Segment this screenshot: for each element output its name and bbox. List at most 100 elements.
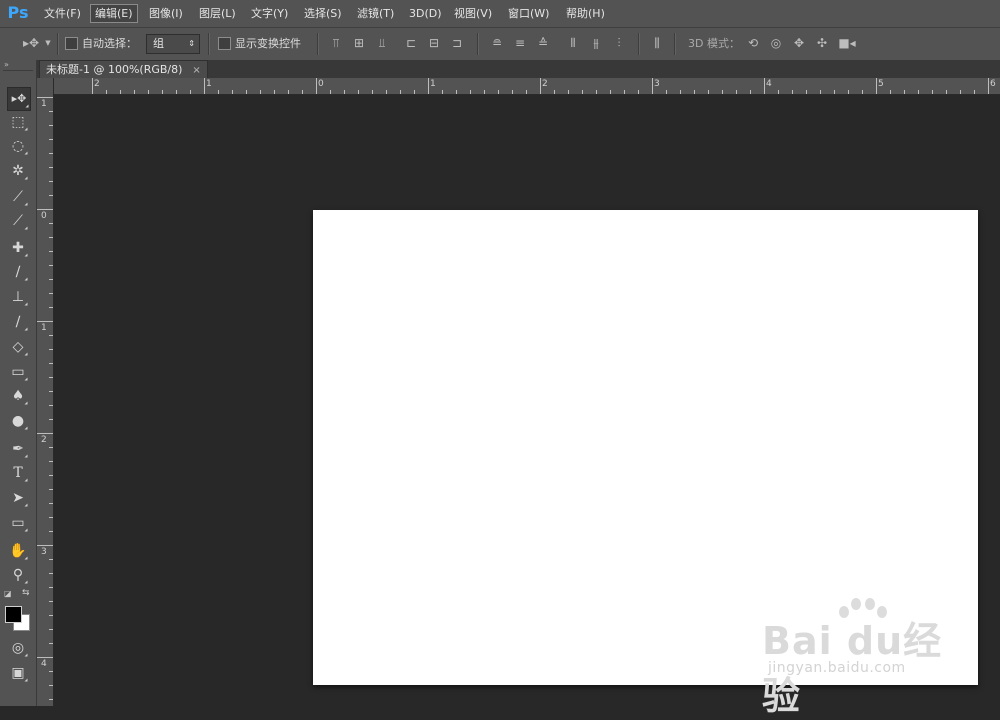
mode-3d-label: 3D 模式： [688,37,740,50]
distribute-top-icon[interactable]: ≘ [490,36,504,50]
clone-stamp-tool-icon[interactable]: ⊥ [7,286,29,308]
3d-roll-icon[interactable]: ◎ [769,36,783,50]
distribute-right-icon[interactable]: ⫶ [612,36,626,50]
divider [674,33,676,55]
ruler-label: 4 [41,659,47,669]
eyedropper-tool-icon[interactable]: ⟋ [7,210,29,232]
ruler-label: 2 [542,79,548,89]
ruler-ticks [37,97,53,700]
document-tab[interactable]: 未标题-1 @ 100%(RGB/8) × [39,60,208,79]
crop-tool-icon[interactable]: ⟋ [7,186,29,208]
magic-wand-tool-icon[interactable]: ✲ [7,160,29,182]
healing-brush-tool-icon[interactable]: ✚ [7,237,29,259]
menu-edit[interactable]: 编辑(E) [90,4,138,23]
ruler-label: 1 [430,79,436,89]
swap-colors-icon[interactable]: ⇆ [22,588,30,598]
zoom-tool-icon[interactable]: ⚲ [7,564,29,586]
options-bar: ▸✥ ▼ 自动选择： 组 ⇕ 显示变换控件 ⫪ ⊞ ⫫ ⊏ ⊟ ⊐ ≘ ≡ ≙ … [0,27,1000,61]
menu-window[interactable]: 窗口(W) [504,5,553,22]
chevron-down-icon[interactable]: ▼ [44,36,52,50]
blur-tool-icon[interactable]: ♠ [7,385,29,407]
show-transform-checkbox[interactable] [218,37,231,50]
ruler-label: 3 [41,547,47,557]
foreground-color-swatch[interactable] [5,606,22,623]
screen-mode-icon[interactable]: ▣ [7,662,29,684]
show-transform-label: 显示变换控件 [235,37,301,50]
distribute-bottom-icon[interactable]: ≙ [536,36,550,50]
document-tab-bar: 未标题-1 @ 100%(RGB/8) × [37,60,1000,79]
ruler-label: 2 [94,79,100,89]
gradient-tool-icon[interactable]: ▭ [7,361,29,383]
type-tool-icon[interactable]: T [7,462,29,484]
tools-panel: » ▸✥ ⬚ ◌ ✲ ⟋ ⟋ ✚ ∕ ⊥ ∕ ◇ ▭ ♠ ● ✒ T ➤ ▭ ✋… [0,60,37,706]
divider [477,33,479,55]
ruler-label: 5 [878,79,884,89]
dodge-tool-icon[interactable]: ● [7,410,29,432]
ruler-label: 0 [41,211,47,221]
default-colors-icon[interactable]: ◪ [4,589,12,598]
photoshop-logo[interactable]: Ps [6,2,30,23]
eraser-tool-icon[interactable]: ◇ [7,336,29,358]
ruler-label: 2 [41,435,47,445]
baidu-watermark: Bai du经验 jingyan.baidu.com [762,598,962,718]
move-tool-preset-icon[interactable]: ▸✥ [20,36,42,50]
menu-file[interactable]: 文件(F) [40,5,85,22]
3d-slide-icon[interactable]: ✣ [815,36,829,50]
ruler-label: 1 [41,323,47,333]
menu-image[interactable]: 图像(I) [145,5,187,22]
align-top-icon[interactable]: ⫪ [329,36,343,50]
align-right-icon[interactable]: ⊐ [450,36,464,50]
align-left-icon[interactable]: ⊏ [404,36,418,50]
distribute-vcenter-icon[interactable]: ≡ [513,36,527,50]
3d-rotate-icon[interactable]: ⟲ [746,36,760,50]
ruler-label: 6 [990,79,996,89]
align-vcenter-icon[interactable]: ⊞ [352,36,366,50]
shape-tool-icon[interactable]: ▭ [7,512,29,534]
align-hcenter-icon[interactable]: ⊟ [427,36,441,50]
distribute-hcenter-icon[interactable]: ⫵ [589,36,603,50]
pen-tool-icon[interactable]: ✒ [7,438,29,460]
menu-help[interactable]: 帮助(H) [562,5,609,22]
ruler-label: 1 [206,79,212,89]
watermark-url: jingyan.baidu.com [768,660,906,676]
vertical-ruler[interactable]: 1 0 1 2 3 4 [37,94,54,706]
menu-type[interactable]: 文字(Y) [247,5,292,22]
quick-mask-icon[interactable]: ◎ [7,637,29,659]
auto-select-dropdown[interactable]: 组 ⇕ [146,34,200,54]
align-bottom-icon[interactable]: ⫫ [375,36,389,50]
auto-select-value: 组 [153,37,164,50]
divider [57,33,59,55]
document-tab-title: 未标题-1 @ 100%(RGB/8) [46,63,183,76]
close-icon[interactable]: × [192,65,200,76]
ruler-corner[interactable] [37,78,54,95]
divider [317,33,319,55]
collapse-panel-icon[interactable]: » [4,60,9,69]
menu-select[interactable]: 选择(S) [300,5,346,22]
3d-scale-icon[interactable]: ■◂ [838,36,856,50]
menu-layer[interactable]: 图层(L) [195,5,240,22]
menu-bar: Ps 文件(F) 编辑(E) 图像(I) 图层(L) 文字(Y) 选择(S) 滤… [0,0,1000,27]
divider [208,33,210,55]
dropdown-arrow-icon: ⇕ [188,39,195,48]
auto-select-label: 自动选择： [82,37,137,50]
3d-pan-icon[interactable]: ✥ [792,36,806,50]
menu-3d[interactable]: 3D(D) [405,5,446,22]
divider [3,70,33,71]
horizontal-ruler[interactable]: 2 1 0 1 2 3 4 5 6 [54,78,1000,95]
brush-tool-icon[interactable]: ∕ [7,261,29,283]
auto-select-checkbox[interactable] [65,37,78,50]
path-selection-tool-icon[interactable]: ➤ [7,487,29,509]
ruler-label: 4 [766,79,772,89]
menu-filter[interactable]: 滤镜(T) [353,5,398,22]
auto-align-icon[interactable]: ⫼ [650,36,664,50]
menu-view[interactable]: 视图(V) [450,5,496,22]
move-tool-icon[interactable]: ▸✥ [7,87,31,111]
history-brush-tool-icon[interactable]: ∕ [7,311,29,333]
lasso-tool-icon[interactable]: ◌ [7,135,29,157]
ruler-label: 1 [41,99,47,109]
marquee-tool-icon[interactable]: ⬚ [7,111,29,133]
divider [638,33,640,55]
ruler-ticks [92,78,989,94]
distribute-left-icon[interactable]: ⫴ [566,36,580,50]
hand-tool-icon[interactable]: ✋ [7,540,29,562]
